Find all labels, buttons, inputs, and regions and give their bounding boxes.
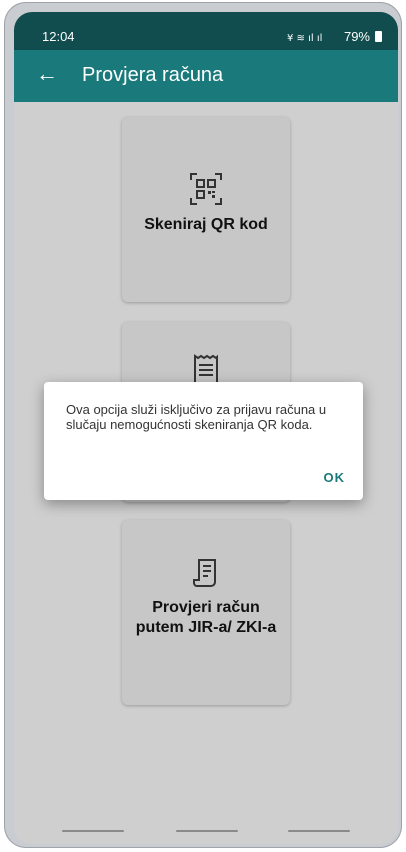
page-title: Provjera računa <box>82 64 224 86</box>
status-icons: ¥ ≋ ıl ıl 79% <box>287 29 382 44</box>
svg-text:¥ ≋ ıl ıl: ¥ ≋ ıl ıl <box>287 33 322 43</box>
status-bar: 12:04 ¥ ≋ ıl ıl 79% <box>14 12 398 50</box>
home-button[interactable] <box>176 830 238 832</box>
navigation-bar <box>14 820 398 844</box>
recents-button[interactable] <box>62 830 124 832</box>
battery-icon <box>375 31 382 42</box>
back-nav-button[interactable] <box>288 830 350 832</box>
qr-code-icon <box>190 173 222 205</box>
scan-qr-card[interactable]: Skeniraj QR kod <box>122 117 290 302</box>
verify-jir-card[interactable]: Provjeri račun putem JIR-a/ ZKI-a <box>122 520 290 705</box>
ok-button[interactable]: OK <box>324 470 346 485</box>
receipt-icon <box>193 559 216 587</box>
info-dialog: Ova opcija služi isključivo za prijavu r… <box>44 382 363 500</box>
battery-percent: 79% <box>343 29 370 44</box>
app-bar: ← Provjera računa <box>14 50 398 102</box>
verify-jir-label: Provjeri račun putem JIR-a/ ZKI-a <box>135 599 277 636</box>
arrow-left-icon[interactable]: ← <box>36 62 58 86</box>
dialog-message: Ova opcija služi isključivo za prijavu r… <box>66 402 327 432</box>
status-time: 12:04 <box>42 29 75 44</box>
scan-qr-label: Skeniraj QR kod <box>144 216 268 233</box>
signal-icon: ¥ ≋ ıl ıl <box>287 33 322 43</box>
